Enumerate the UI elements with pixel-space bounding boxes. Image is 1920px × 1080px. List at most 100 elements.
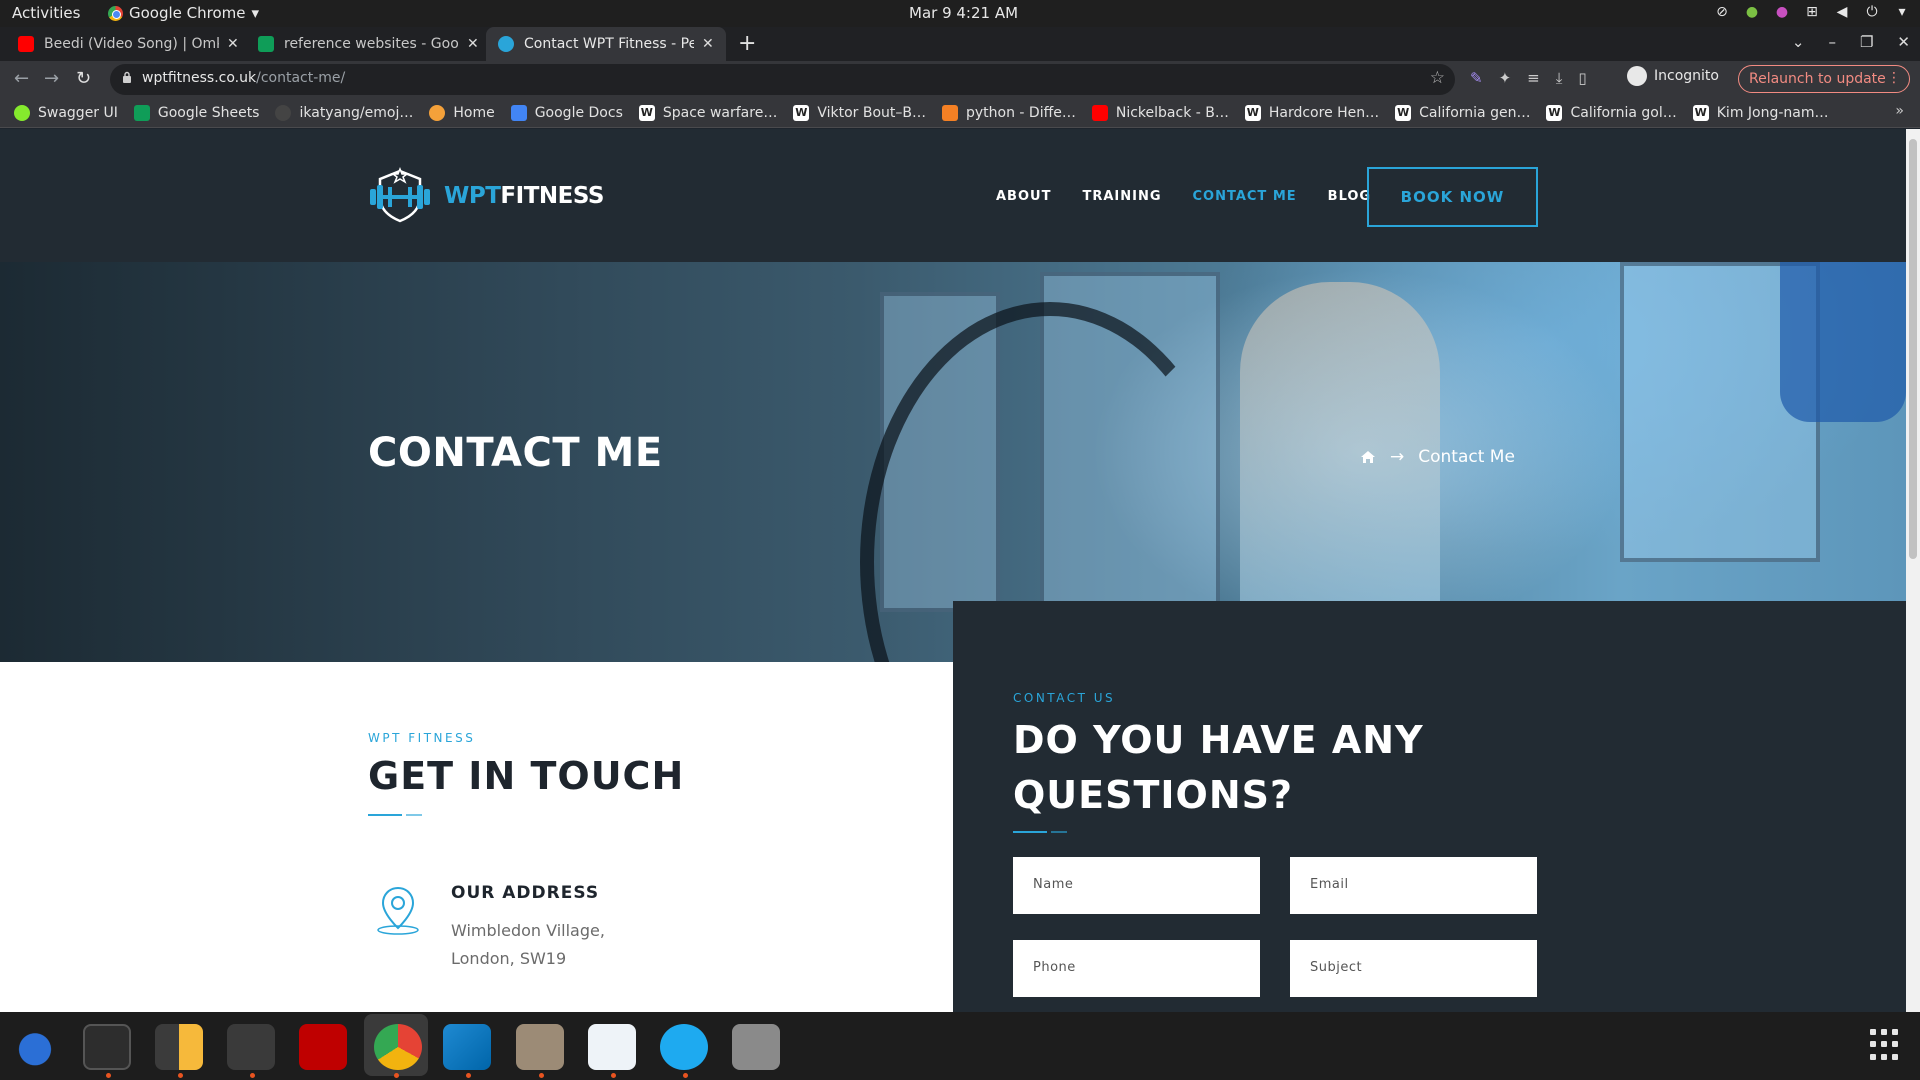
page-viewport: WPTFITNESS ABOUT TRAINING CONTACT ME BLO… (0, 129, 1920, 1012)
subject-field[interactable]: Subject (1290, 940, 1537, 997)
power-icon[interactable]: ⏻ (1864, 4, 1880, 20)
system-tray[interactable]: ⊘ ● ● ⊞ ◀ ⏻ ▾ (1714, 4, 1910, 20)
running-indicator (683, 1073, 688, 1078)
vscode-icon[interactable] (443, 1024, 491, 1070)
minimize-icon[interactable]: – (1828, 33, 1836, 51)
home-icon[interactable] (1360, 450, 1376, 464)
running-indicator (611, 1073, 616, 1078)
extension-feather-icon[interactable]: ✎ (1470, 69, 1483, 87)
bookmark-label: python - Diffe… (966, 104, 1076, 121)
extensions-puzzle-icon[interactable]: ✦ (1499, 69, 1512, 87)
wikipedia-icon: W (638, 104, 655, 121)
dumbbell-shield-icon (370, 167, 430, 223)
nav-about[interactable]: ABOUT (996, 189, 1051, 204)
bookmark-label: Swagger UI (38, 104, 118, 121)
heading-underline (1013, 831, 1424, 833)
name-field[interactable]: Name (1013, 857, 1260, 914)
calculator-icon[interactable] (155, 1024, 203, 1070)
network-icon[interactable]: ⊞ (1804, 4, 1820, 20)
reload-icon[interactable]: ↻ (76, 68, 91, 89)
scrollbar-thumb[interactable] (1909, 139, 1917, 559)
wikipedia-icon: W (1692, 104, 1709, 121)
show-applications-icon[interactable] (1870, 1029, 1902, 1061)
bookmark-home[interactable]: Home (429, 104, 495, 121)
contact-heading-block: DO YOU HAVE ANY QUESTIONS? (1013, 713, 1424, 833)
new-tab-button[interactable]: + (738, 31, 756, 56)
bookmark-hardcore-henry[interactable]: W Hardcore Hen… (1244, 104, 1379, 121)
book-now-button[interactable]: BOOK NOW (1367, 167, 1538, 227)
close-window-icon[interactable]: ✕ (1897, 33, 1910, 51)
thunderbird-icon[interactable] (11, 1024, 59, 1070)
close-icon[interactable]: ✕ (702, 36, 714, 52)
bookmark-label: California gol… (1570, 104, 1677, 121)
disk-utility-icon[interactable] (732, 1024, 780, 1070)
download-icon[interactable]: ⤓ (1556, 69, 1563, 87)
wikipedia-icon: W (793, 104, 810, 121)
phone-field[interactable]: Phone (1013, 940, 1260, 997)
bookmarks-overflow-icon[interactable]: » (1895, 103, 1904, 119)
email-field[interactable]: Email (1290, 857, 1537, 914)
logo-text-wpt: WPT (444, 183, 501, 209)
activities-button[interactable]: Activities (12, 4, 80, 22)
incognito-indicator[interactable]: Incognito (1627, 66, 1719, 86)
nav-training[interactable]: TRAINING (1082, 189, 1161, 204)
bookmark-nickelback[interactable]: Nickelback - B… (1091, 104, 1229, 121)
chevron-down-icon[interactable]: ▾ (1894, 4, 1910, 20)
bookmark-github[interactable]: ikatyang/emoj… (275, 104, 413, 121)
tab-search-icon[interactable]: ⌄ (1792, 33, 1805, 51)
app-menu[interactable]: Google Chrome ▾ (108, 4, 259, 22)
firefox-icon[interactable]: ● (1774, 4, 1790, 20)
forward-icon[interactable]: → (44, 68, 59, 89)
maximize-icon[interactable]: ❐ (1860, 33, 1873, 51)
docs-icon (510, 104, 527, 121)
vpn-icon[interactable]: ⊘ (1714, 4, 1730, 20)
tab-reference-websites[interactable]: reference websites - Goog ✕ (258, 27, 479, 61)
volume-icon[interactable]: ◀ (1834, 4, 1850, 20)
incognito-icon (1627, 66, 1647, 86)
filezilla-icon[interactable] (299, 1024, 347, 1070)
nav-blog[interactable]: BLOG (1328, 189, 1371, 204)
bookmark-california-gen[interactable]: W California gen… (1395, 104, 1530, 121)
clock[interactable]: Mar 9 4:21 AM (909, 4, 1018, 22)
bookmark-swagger[interactable]: Swagger UI (14, 104, 118, 121)
page-scrollbar[interactable] (1906, 129, 1920, 1012)
page-title: CONTACT ME (368, 430, 663, 476)
bookmark-sheets[interactable]: Google Sheets (133, 104, 259, 121)
close-icon[interactable]: ✕ (227, 36, 239, 52)
tab-strip: Beedi (Video Song) | Omk ✕ reference web… (0, 27, 1920, 61)
bookmark-star-icon[interactable]: ☆ (1430, 68, 1445, 88)
wikipedia-icon: W (1244, 104, 1261, 121)
bookmark-python[interactable]: python - Diffe… (942, 104, 1076, 121)
shield-check-icon[interactable]: ● (1744, 4, 1760, 20)
app-menu-label: Google Chrome (129, 4, 246, 22)
github-icon (275, 104, 292, 121)
terminal-icon[interactable] (83, 1024, 131, 1070)
contact-kicker: CONTACT US (1013, 691, 1116, 705)
side-panel-icon[interactable]: ▯ (1578, 69, 1586, 87)
system-top-bar: Activities Google Chrome ▾ Mar 9 4:21 AM… (0, 0, 1920, 27)
bookmark-california-gol[interactable]: W California gol… (1546, 104, 1677, 121)
bookmark-docs[interactable]: Google Docs (510, 104, 623, 121)
tab-beedi[interactable]: Beedi (Video Song) | Omk ✕ (18, 27, 239, 61)
address-bar[interactable]: wptfitness.co.uk/contact-me/ ☆ (110, 64, 1455, 95)
reading-list-icon[interactable]: ≡ (1527, 69, 1540, 87)
bookmark-label: Space warfare… (662, 104, 778, 121)
chrome-icon[interactable] (374, 1024, 422, 1070)
tab-contact-wpt[interactable]: Contact WPT Fitness - Per ✕ (486, 27, 726, 61)
lock-icon[interactable] (122, 71, 132, 83)
more-vert-icon[interactable]: ⋮ (1887, 70, 1901, 86)
nav-contact-me[interactable]: CONTACT ME (1193, 189, 1297, 204)
files-icon[interactable] (516, 1024, 564, 1070)
wikipedia-icon: W (1546, 104, 1563, 121)
bookmark-space-warfare[interactable]: W Space warfare… (638, 104, 778, 121)
relaunch-button[interactable]: Relaunch to update ⋮ (1738, 65, 1910, 93)
close-icon[interactable]: ✕ (467, 36, 479, 52)
bookmark-viktor-bout[interactable]: W Viktor Bout–B… (793, 104, 926, 121)
bookmark-kim-jong-nam[interactable]: W Kim Jong-nam… (1692, 104, 1829, 121)
system-monitor-icon[interactable] (227, 1024, 275, 1070)
back-icon[interactable]: ← (14, 68, 29, 89)
skype-icon[interactable] (660, 1024, 708, 1070)
text-editor-icon[interactable] (588, 1024, 636, 1070)
site-logo[interactable]: WPTFITNESS (368, 167, 604, 225)
home-icon (429, 104, 446, 121)
